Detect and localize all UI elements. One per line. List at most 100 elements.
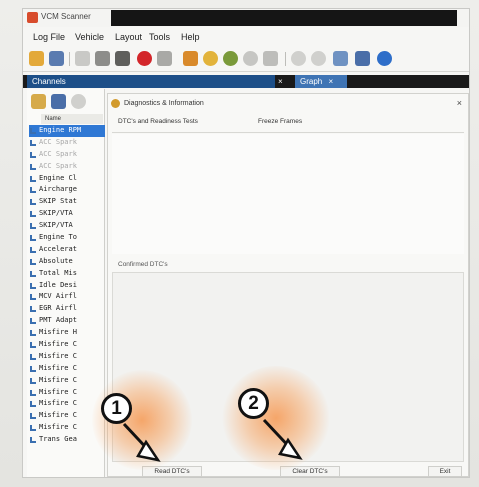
- channel-icon: [30, 187, 36, 194]
- channel-row[interactable]: SKIP/VTA: [29, 220, 105, 232]
- channel-row[interactable]: ACC Spark: [29, 137, 105, 149]
- open-folder-icon[interactable]: [29, 51, 44, 66]
- disk-icon[interactable]: [355, 51, 370, 66]
- record-icon[interactable]: [137, 51, 152, 66]
- channel-icon: [30, 377, 36, 384]
- save-icon[interactable]: [49, 51, 64, 66]
- diagnostics-icon: [111, 99, 120, 108]
- stop-icon[interactable]: [157, 51, 172, 66]
- channel-row[interactable]: PMT Adapt: [29, 315, 105, 327]
- close-icon[interactable]: ×: [457, 98, 462, 108]
- channel-label: Misfire C: [39, 411, 77, 420]
- channel-icon: [30, 235, 36, 242]
- panel-tab-strip: Channels × Graph ×: [23, 75, 469, 88]
- channel-row[interactable]: Idle Desi: [29, 280, 105, 292]
- gauge-icon[interactable]: [203, 51, 218, 66]
- channel-label: Misfire C: [39, 423, 77, 432]
- channel-row[interactable]: SKIP/VTA: [29, 208, 105, 220]
- toolbar-divider: [69, 52, 70, 66]
- save-channels-icon[interactable]: [51, 94, 66, 109]
- tab-graph[interactable]: Graph ×: [295, 75, 347, 88]
- channel-icon: [30, 318, 36, 325]
- channel-icon: [30, 413, 36, 420]
- tab-dtcs-readiness[interactable]: DTC's and Readiness Tests: [118, 118, 198, 125]
- exit-button[interactable]: Exit: [428, 466, 462, 477]
- channel-row[interactable]: EGR Airfl: [29, 303, 105, 315]
- add-channel-icon[interactable]: [31, 94, 46, 109]
- channels-toolbar: [27, 91, 105, 111]
- tab-graph-label: Graph: [300, 77, 323, 86]
- channel-row[interactable]: Misfire C: [29, 387, 105, 399]
- channel-row[interactable]: Engine RPM: [29, 125, 105, 137]
- close-icon[interactable]: ×: [278, 75, 283, 88]
- scan-icon[interactable]: [183, 51, 198, 66]
- tab-freeze-frames[interactable]: Freeze Frames: [258, 118, 302, 125]
- channel-row[interactable]: Engine Cl: [29, 173, 105, 185]
- redacted-bar: [111, 10, 457, 26]
- zoom-out-icon[interactable]: [311, 51, 326, 66]
- channel-icon: [30, 151, 36, 158]
- channels-list: Engine RPM ACC Spark ACC Spark ACC Spark Eng…: [29, 125, 105, 446]
- channel-icon: [30, 437, 36, 444]
- confirmed-dtcs-label: Confirmed DTC's: [118, 261, 168, 268]
- channel-row[interactable]: ACC Spark: [29, 161, 105, 173]
- settings-icon[interactable]: [243, 51, 258, 66]
- channel-row[interactable]: Aircharge: [29, 184, 105, 196]
- window-title: VCM Scanner: [41, 12, 91, 21]
- channel-label: PMT Adapt: [39, 316, 77, 325]
- connect-icon[interactable]: [95, 51, 110, 66]
- play-icon[interactable]: [263, 51, 278, 66]
- channel-row[interactable]: Total Mis: [29, 268, 105, 280]
- refresh-icon[interactable]: [223, 51, 238, 66]
- channel-row[interactable]: Accelerat: [29, 244, 105, 256]
- toolbar: [23, 46, 469, 72]
- diagnostics-title: Diagnostics & Information: [124, 100, 204, 107]
- channel-row[interactable]: Trans Gea: [29, 434, 105, 446]
- channel-label: Misfire H: [39, 328, 77, 337]
- tab-channels[interactable]: Channels: [27, 75, 275, 88]
- menu-bar: Log File Vehicle Layout Tools Help: [23, 30, 469, 45]
- channel-label: Absolute: [39, 256, 73, 265]
- channel-row[interactable]: Absolute: [29, 256, 105, 268]
- channel-label: EGR Airfl: [39, 304, 77, 313]
- channel-label: Engine To: [39, 233, 77, 242]
- channel-label: MCV Airfl: [39, 292, 77, 301]
- cut-icon[interactable]: [75, 51, 90, 66]
- channel-icon: [30, 270, 36, 277]
- zoom-in-icon[interactable]: [291, 51, 306, 66]
- channel-row[interactable]: Misfire C: [29, 363, 105, 375]
- channel-row[interactable]: Misfire H: [29, 327, 105, 339]
- channel-label: Engine Cl: [39, 173, 77, 182]
- channel-row[interactable]: SKIP Stat: [29, 196, 105, 208]
- search-icon[interactable]: [71, 94, 86, 109]
- channel-icon: [30, 342, 36, 349]
- channel-row[interactable]: ACC Spark: [29, 149, 105, 161]
- menu-help[interactable]: Help: [181, 32, 200, 42]
- channel-icon: [30, 211, 36, 218]
- graph-icon[interactable]: [333, 51, 348, 66]
- menu-vehicle[interactable]: Vehicle: [75, 32, 104, 42]
- channel-label: Misfire C: [39, 363, 77, 372]
- close-icon[interactable]: ×: [328, 77, 333, 86]
- vehicle-icon[interactable]: [115, 51, 130, 66]
- channel-row[interactable]: Misfire C: [29, 351, 105, 363]
- channel-label: ACC Spark: [39, 149, 77, 158]
- channel-label: ACC Spark: [39, 137, 77, 146]
- channel-row[interactable]: Misfire C: [29, 375, 105, 387]
- channel-row[interactable]: Misfire C: [29, 339, 105, 351]
- menu-layout[interactable]: Layout: [115, 32, 142, 42]
- channel-label: Accelerat: [39, 244, 77, 253]
- menu-tools[interactable]: Tools: [149, 32, 170, 42]
- channel-label: Idle Desi: [39, 280, 77, 289]
- channel-icon: [30, 258, 36, 265]
- divider: [112, 132, 464, 133]
- channel-icon: [30, 282, 36, 289]
- channel-label: SKIP/VTA: [39, 209, 73, 218]
- channel-icon: [30, 425, 36, 432]
- channels-column-header[interactable]: Name: [41, 114, 103, 124]
- channel-icon: [30, 330, 36, 337]
- info-icon[interactable]: [377, 51, 392, 66]
- menu-log-file[interactable]: Log File: [33, 32, 65, 42]
- channel-row[interactable]: Engine To: [29, 232, 105, 244]
- channel-row[interactable]: MCV Airfl: [29, 291, 105, 303]
